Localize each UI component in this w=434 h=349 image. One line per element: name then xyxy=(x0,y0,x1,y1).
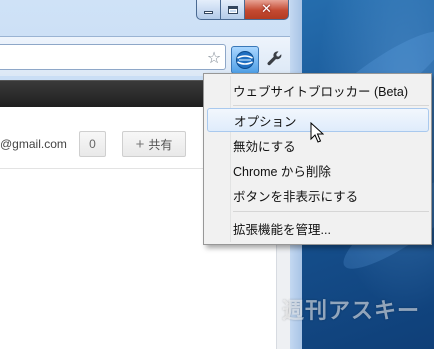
account-email: @gmail.com xyxy=(0,137,67,151)
share-label: 共有 xyxy=(148,137,173,152)
window-controls: ✕ xyxy=(196,0,289,20)
menu-item-label: 無効にする xyxy=(233,139,296,154)
minimize-icon xyxy=(204,11,213,14)
plus-icon: + xyxy=(135,135,145,153)
menu-separator xyxy=(233,211,429,212)
menu-item-manage-extensions[interactable]: 拡張機能を管理... xyxy=(207,216,429,240)
menu-item-label: Chrome から削除 xyxy=(233,164,331,179)
website-blocker-icon xyxy=(236,51,254,69)
maximize-button[interactable] xyxy=(221,0,245,20)
watermark: 週刊アスキー xyxy=(281,299,420,324)
wrench-menu-button[interactable] xyxy=(263,47,287,71)
close-button[interactable]: ✕ xyxy=(245,0,289,20)
mouse-cursor-icon xyxy=(310,122,324,143)
menu-item-hide-button[interactable]: ボタンを非表示にする xyxy=(207,183,429,207)
share-button[interactable]: + 共有 xyxy=(122,131,186,157)
menu-separator xyxy=(233,105,429,106)
maximize-icon xyxy=(227,5,238,14)
address-bar[interactable] xyxy=(0,44,226,70)
wrench-icon xyxy=(267,51,282,66)
menu-item-label: ウェブサイトブロッカー (Beta) xyxy=(233,84,409,99)
menu-item-label: ボタンを非表示にする xyxy=(233,189,359,204)
close-icon: ✕ xyxy=(261,2,272,17)
extension-context-menu: ウェブサイトブロッカー (Beta) オプション 無効にする Chrome から… xyxy=(203,73,432,245)
website-blocker-extension-button[interactable] xyxy=(231,46,259,74)
menu-item-extension-name[interactable]: ウェブサイトブロッカー (Beta) xyxy=(207,78,429,102)
menu-item-label: 拡張機能を管理... xyxy=(233,222,331,237)
menu-item-remove-from-chrome[interactable]: Chrome から削除 xyxy=(207,158,429,182)
share-count[interactable]: 0 xyxy=(79,131,106,157)
star-icon[interactable]: ☆ xyxy=(204,49,224,67)
menu-item-label: オプション xyxy=(234,114,297,129)
minimize-button[interactable] xyxy=(196,0,221,20)
